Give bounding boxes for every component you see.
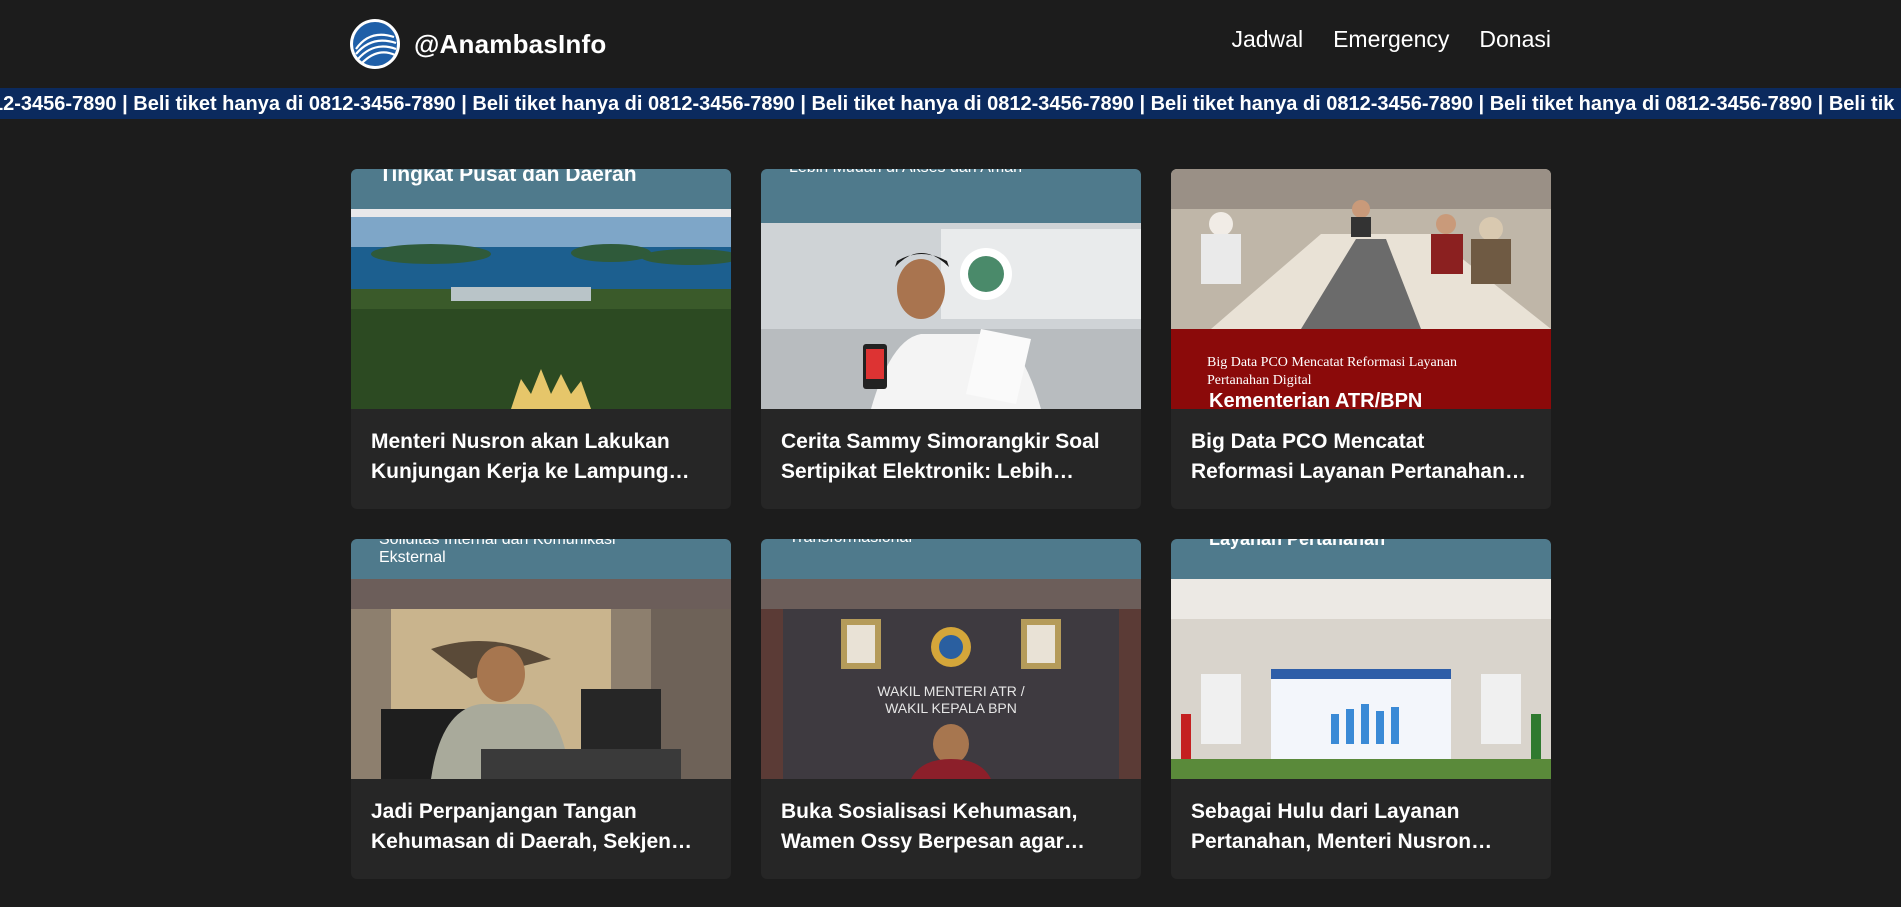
image-caption: Transformasional [789, 539, 912, 547]
page: @AnambasInfo Jadwal Emergency Donasi 12-… [0, 0, 1901, 907]
meeting-room-image: Big Data PCO Mencatat Reformasi Layanan … [1171, 169, 1551, 409]
article-thumbnail: Layanan Pertanahan [1171, 539, 1551, 779]
wall-sign-line2: WAKIL KEPALA BPN [885, 700, 1017, 716]
brand[interactable]: @AnambasInfo [350, 18, 606, 70]
article-card[interactable]: WAKIL MENTERI ATR / WAKIL KEPALA BPN Tra… [761, 539, 1141, 879]
lampung-landscape-image [351, 169, 731, 409]
article-card[interactable]: Big Data PCO Mencatat Reformasi Layanan … [1171, 169, 1551, 509]
logo-icon [350, 19, 400, 69]
image-caption: Layanan Pertanahan [1209, 539, 1386, 549]
wall-sign-line1: WAKIL MENTERI ATR / [877, 683, 1024, 699]
nav-jadwal[interactable]: Jadwal [1231, 26, 1303, 53]
article-title[interactable]: Jadi Perpanjangan Tangan Kehumasan di Da… [351, 779, 731, 857]
wamen-ossy-image: WAKIL MENTERI ATR / WAKIL KEPALA BPN [761, 539, 1141, 779]
article-thumbnail: Tingkat Pusat dan Daerah [351, 169, 731, 409]
article-card[interactable]: Tingkat Pusat dan Daerah Menteri Nusron … [351, 169, 731, 509]
image-caption: Lebih Mudah di Akses dan Aman [789, 169, 1022, 177]
image-caption: Soliditas Internal dan Komunikasi Ekster… [379, 539, 616, 567]
sammy-simorangkir-image [761, 169, 1141, 409]
nav-donasi[interactable]: Donasi [1479, 26, 1551, 53]
image-caption-line2: Pertanahan Digital [1207, 373, 1312, 388]
article-title[interactable]: Sebagai Hulu dari Layanan Pertanahan, Me… [1171, 779, 1551, 857]
article-card[interactable]: Lebih Mudah di Akses dan Aman Cerita Sam… [761, 169, 1141, 509]
nav-emergency[interactable]: Emergency [1333, 26, 1449, 53]
article-thumbnail: Soliditas Internal dan Komunikasi Ekster… [351, 539, 731, 779]
image-caption-line1: Big Data PCO Mencatat Reformasi Layanan [1207, 355, 1457, 370]
article-thumbnail: WAKIL MENTERI ATR / WAKIL KEPALA BPN Tra… [761, 539, 1141, 779]
image-caption-brand: Kementerian ATR/BPN [1209, 390, 1422, 409]
article-grid: Tingkat Pusat dan Daerah Menteri Nusron … [351, 169, 1551, 879]
article-title[interactable]: Menteri Nusron akan Lakukan Kunjungan Ke… [351, 409, 731, 487]
article-card[interactable]: Soliditas Internal dan Komunikasi Ekster… [351, 539, 731, 879]
article-title[interactable]: Cerita Sammy Simorangkir Soal Sertipikat… [761, 409, 1141, 487]
site-header: @AnambasInfo Jadwal Emergency Donasi [0, 0, 1901, 88]
image-caption-line2: Eksternal [379, 549, 446, 566]
ticker-text: 12-3456-7890 | Beli tiket hanya di 0812-… [0, 93, 1895, 115]
site-name: @AnambasInfo [414, 28, 607, 59]
announcement-ticker: 12-3456-7890 | Beli tiket hanya di 0812-… [0, 88, 1901, 119]
main-nav: Jadwal Emergency Donasi [1231, 26, 1551, 53]
article-title[interactable]: Big Data PCO Mencatat Reformasi Layanan … [1171, 409, 1551, 487]
image-caption-line1: Soliditas Internal dan Komunikasi [379, 539, 616, 548]
article-thumbnail: Big Data PCO Mencatat Reformasi Layanan … [1171, 169, 1551, 409]
image-caption: Tingkat Pusat dan Daerah [379, 169, 637, 186]
article-thumbnail: Lebih Mudah di Akses dan Aman [761, 169, 1141, 409]
presentation-hall-image [1171, 539, 1551, 779]
sekjen-office-image [351, 539, 731, 779]
article-card[interactable]: Layanan Pertanahan Sebagai Hulu dari Lay… [1171, 539, 1551, 879]
article-title[interactable]: Buka Sosialisasi Kehumasan, Wamen Ossy B… [761, 779, 1141, 857]
